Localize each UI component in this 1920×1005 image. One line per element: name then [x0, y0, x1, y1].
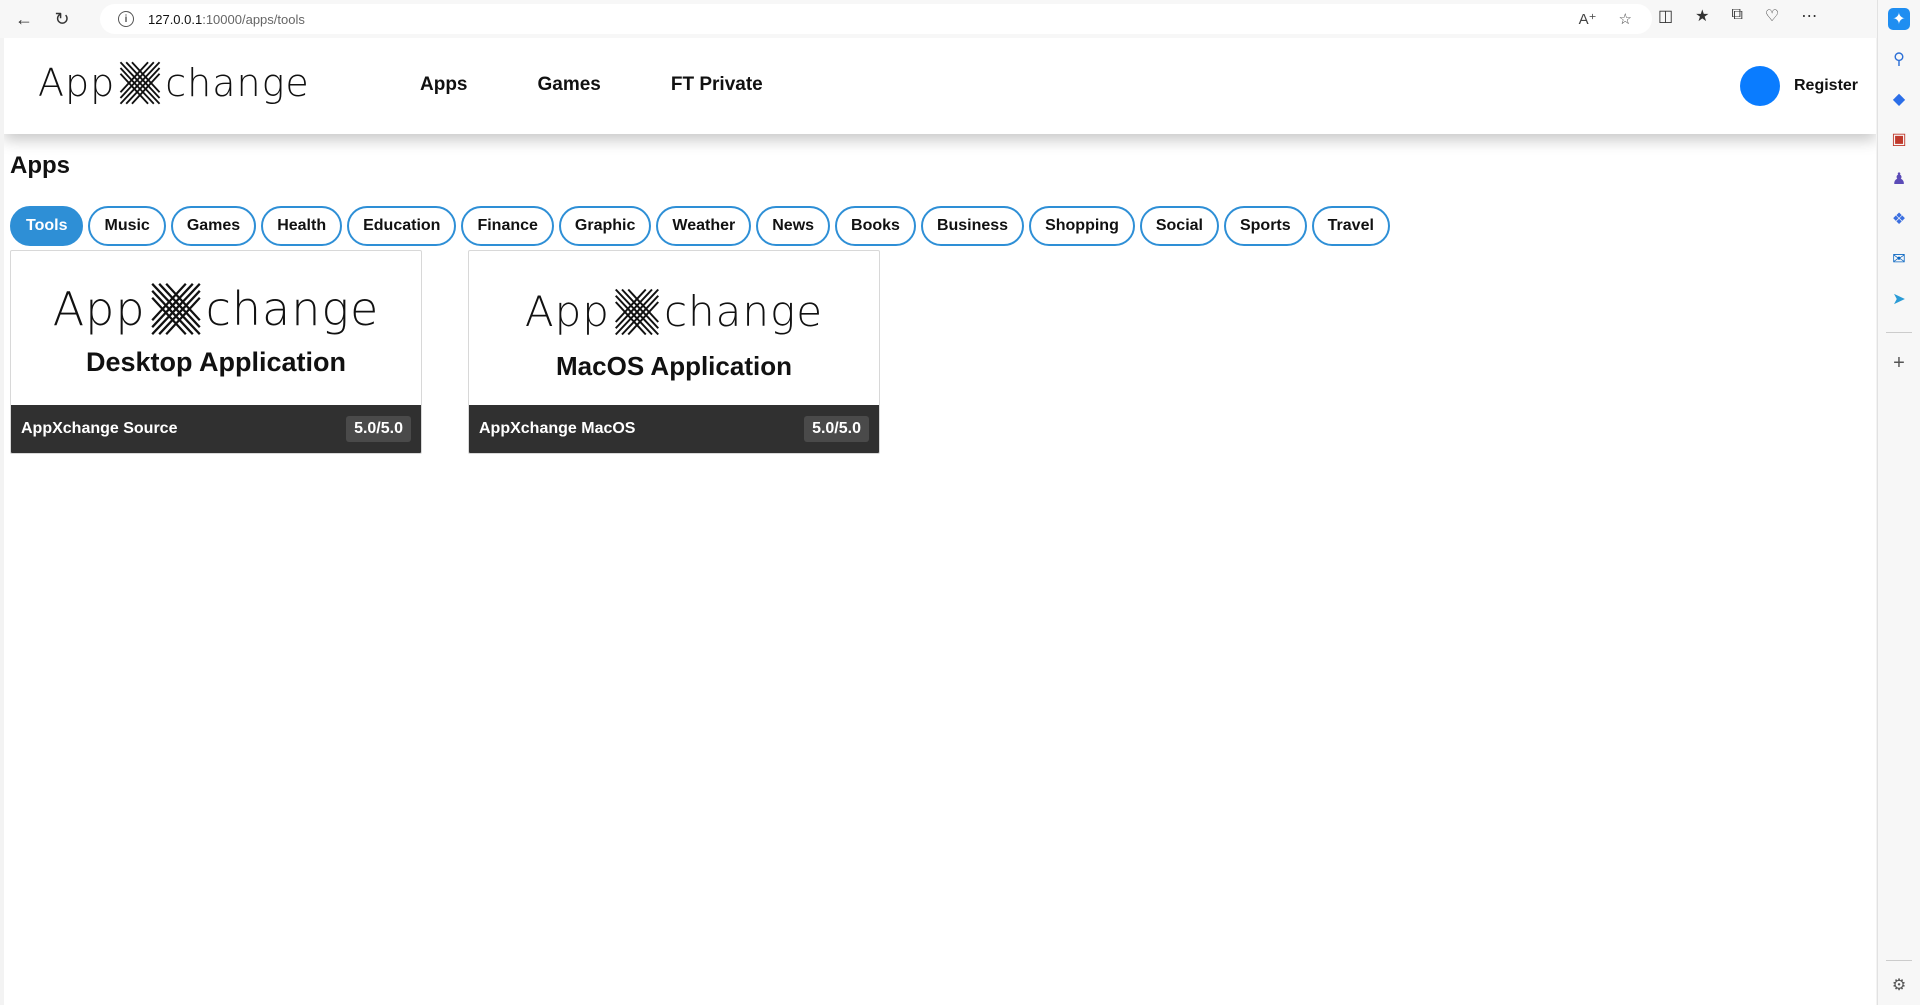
add-icon[interactable]: + — [1888, 352, 1910, 374]
favorite-star-icon[interactable]: ☆ — [1619, 10, 1632, 28]
tools-briefcase-icon[interactable]: ▣ — [1888, 128, 1910, 150]
category-filter: Tools Music Games Health Education Finan… — [10, 206, 1390, 246]
category-books[interactable]: Books — [835, 206, 916, 246]
copilot-icon[interactable]: ✦ — [1888, 8, 1910, 30]
user-area: Register — [1740, 66, 1858, 106]
category-music[interactable]: Music — [88, 206, 166, 246]
address-bar[interactable]: i 127.0.0.1:10000/apps/tools A⁺ ☆ — [100, 4, 1652, 34]
category-health[interactable]: Health — [261, 206, 343, 246]
card-footer: AppXchange Source 5.0/5.0 — [11, 405, 421, 453]
category-graphic[interactable]: Graphic — [558, 206, 652, 246]
settings-gear-icon[interactable]: ⚙ — [1888, 974, 1910, 996]
app-grid: App change Desktop Application AppXchang… — [10, 250, 880, 454]
category-social[interactable]: Social — [1139, 206, 1219, 246]
card-footer: AppXchange MacOS 5.0/5.0 — [469, 405, 879, 453]
category-sports[interactable]: Sports — [1223, 206, 1307, 246]
page-title: Apps — [10, 152, 70, 179]
page-viewport: App change Apps Games FT Private Registe… — [4, 38, 1876, 1005]
category-business[interactable]: Business — [920, 206, 1025, 246]
browser-sidebar: ✦ ⚲ ◆ ▣ ♟ ❖ ✉ ➤ + ⚙ — [1877, 0, 1920, 1005]
card-logo-x-icon — [150, 282, 201, 335]
nav-apps[interactable]: Apps — [420, 74, 468, 96]
more-menu-icon[interactable]: ⋯ — [1801, 6, 1817, 26]
logo-text-left: App — [38, 61, 116, 105]
category-news[interactable]: News — [756, 206, 831, 246]
card-logo-x-icon — [614, 288, 659, 335]
category-tools[interactable]: Tools — [10, 206, 84, 246]
app-card[interactable]: App change MacOS Application AppXchange … — [468, 250, 880, 454]
nav-games[interactable]: Games — [538, 74, 601, 96]
refresh-icon[interactable]: ↻ — [48, 5, 76, 33]
card-logo-right: change — [205, 281, 380, 336]
card-logo-left: App — [524, 287, 610, 336]
search-icon[interactable]: ⚲ — [1888, 48, 1910, 70]
shopping-tag-icon[interactable]: ◆ — [1888, 88, 1910, 110]
card-subtitle: Desktop Application — [85, 346, 347, 377]
app-name: AppXchange Source — [21, 420, 178, 437]
back-icon[interactable]: ← — [10, 5, 38, 33]
split-screen-icon[interactable]: ◫ — [1658, 6, 1673, 26]
url-path: :10000/apps/tools — [202, 11, 305, 27]
site-logo[interactable]: App change — [38, 58, 310, 108]
main-nav: Apps Games FT Private — [420, 74, 763, 96]
register-link[interactable]: Register — [1794, 77, 1858, 95]
category-weather[interactable]: Weather — [656, 206, 752, 246]
read-aloud-icon[interactable]: A⁺ — [1579, 10, 1597, 28]
rating-badge: 5.0/5.0 — [804, 416, 869, 442]
app-thumbnail: App change MacOS Application — [469, 251, 879, 407]
games-icon[interactable]: ♟ — [1888, 168, 1910, 190]
category-games[interactable]: Games — [170, 206, 257, 246]
rating-badge: 5.0/5.0 — [346, 416, 411, 442]
category-education[interactable]: Education — [347, 206, 457, 246]
nav-ft-private[interactable]: FT Private — [671, 74, 763, 96]
browser-toolbar: ← ↻ i 127.0.0.1:10000/apps/tools A⁺ ☆ ◫ … — [0, 0, 1920, 38]
site-info-icon[interactable]: i — [118, 11, 134, 27]
collections-icon[interactable]: ⧉ — [1731, 6, 1742, 26]
category-finance[interactable]: Finance — [461, 206, 554, 246]
avatar[interactable] — [1740, 66, 1780, 106]
microsoft-365-icon[interactable]: ❖ — [1888, 208, 1910, 230]
url-host: 127.0.0.1 — [148, 11, 203, 27]
app-thumbnail: App change Desktop Application — [11, 251, 421, 407]
logo-x-icon — [120, 61, 161, 105]
favorites-icon[interactable]: ★ — [1695, 6, 1709, 26]
send-icon[interactable]: ➤ — [1888, 288, 1910, 310]
app-name: AppXchange MacOS — [479, 420, 636, 437]
category-shopping[interactable]: Shopping — [1029, 206, 1135, 246]
card-subtitle: MacOS Application — [556, 350, 792, 381]
category-travel[interactable]: Travel — [1311, 206, 1390, 246]
site-header: App change Apps Games FT Private Registe… — [4, 38, 1876, 134]
card-logo-left: App — [52, 281, 146, 336]
card-logo-right: change — [663, 287, 824, 336]
browser-essentials-icon[interactable]: ♡ — [1765, 6, 1779, 26]
outlook-icon[interactable]: ✉ — [1888, 248, 1910, 270]
app-card[interactable]: App change Desktop Application AppXchang… — [10, 250, 422, 454]
logo-text-right: change — [165, 61, 310, 105]
